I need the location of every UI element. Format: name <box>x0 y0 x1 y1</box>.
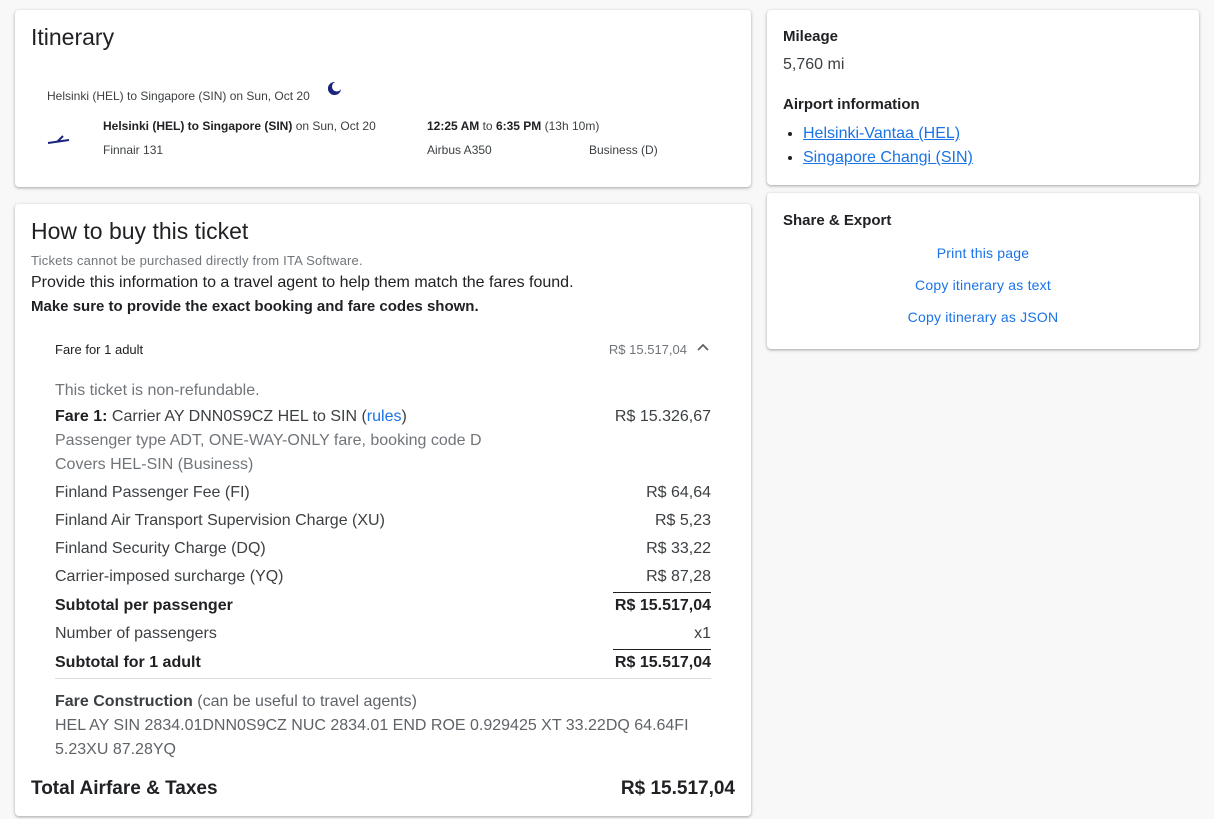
mileage-heading: Mileage <box>783 28 839 45</box>
airport-link-sin[interactable]: Singapore Changi (SIN) <box>803 146 973 170</box>
segment-cabin: Business (D) <box>589 143 658 157</box>
total-label: Total Airfare & Taxes <box>31 778 218 799</box>
subtotal-divider <box>613 592 711 593</box>
mileage-card: Mileage 5,760 mi Airport information Hel… <box>767 10 1199 185</box>
airport-list: Helsinki-Vantaa (HEL) Singapore Changi (… <box>803 122 973 170</box>
itinerary-card: Itinerary Helsinki (HEL) to Singapore (S… <box>15 10 751 187</box>
airport-info-heading: Airport information <box>783 96 920 113</box>
tax-row: Finland Security Charge (DQ) R$ 33,22 <box>55 540 711 557</box>
print-page-button[interactable]: Print this page <box>767 245 1199 261</box>
total-amount: R$ 15.517,04 <box>620 778 735 799</box>
fare-1-row: Fare 1: Carrier AY DNN0S9CZ HEL to SIN (… <box>55 408 711 425</box>
fare-header-amount: R$ 15.517,04 <box>608 342 687 357</box>
tax-row: Finland Passenger Fee (FI) R$ 64,64 <box>55 484 711 501</box>
fare-header-toggle[interactable]: Fare for 1 adult R$ 15.517,04 <box>55 342 711 362</box>
copy-json-button[interactable]: Copy itinerary as JSON <box>767 309 1199 325</box>
fare-construction-code: HEL AY SIN 2834.01DNN0S9CZ NUC 2834.01 E… <box>55 717 689 734</box>
fare-1-coverage: Covers HEL-SIN (Business) <box>55 456 254 473</box>
segment-aircraft: Airbus A350 <box>427 143 492 157</box>
share-heading: Share & Export <box>783 212 892 229</box>
fare-construction: Fare Construction (can be useful to trav… <box>55 690 711 762</box>
share-export-card: Share & Export Print this page Copy itin… <box>767 193 1199 349</box>
route-summary: Helsinki (HEL) to Singapore (SIN) on Sun… <box>47 89 310 103</box>
fare-1-amount: R$ 15.326,67 <box>614 408 711 425</box>
rules-link[interactable]: rules <box>367 408 402 425</box>
chevron-up-icon[interactable] <box>695 340 711 356</box>
fare-header-label: Fare for 1 adult <box>55 342 144 357</box>
tax-row: Carrier-imposed surcharge (YQ) R$ 87,28 <box>55 568 711 585</box>
subtotal-per-passenger-row: Subtotal per passenger R$ 15.517,04 <box>55 597 711 614</box>
purchase-note: Tickets cannot be purchased directly fro… <box>31 253 363 268</box>
passenger-count-row: Number of passengers x1 <box>55 625 711 642</box>
non-refundable-text: This ticket is non-refundable. <box>55 382 260 399</box>
divider <box>55 678 711 679</box>
moon-icon <box>327 81 342 96</box>
fare-construction-code: 5.23XU 87.28YQ <box>55 741 176 758</box>
subtotal-divider <box>613 649 711 650</box>
total-row: Total Airfare & Taxes R$ 15.517,04 <box>31 778 735 800</box>
how-to-buy-card: How to buy this ticket Tickets cannot be… <box>15 204 751 816</box>
copy-text-button[interactable]: Copy itinerary as text <box>767 277 1199 293</box>
exact-codes-text: Make sure to provide the exact booking a… <box>31 298 479 315</box>
fare-1-detail: Passenger type ADT, ONE-WAY-ONLY fare, b… <box>55 432 482 449</box>
tax-row: Finland Air Transport Supervision Charge… <box>55 512 711 529</box>
provide-info-text: Provide this information to a travel age… <box>31 274 574 291</box>
segment-flight: Finnair 131 <box>103 143 164 157</box>
airport-link-hel[interactable]: Helsinki-Vantaa (HEL) <box>803 122 973 146</box>
subtotal-adult-row: Subtotal for 1 adult R$ 15.517,04 <box>55 654 711 671</box>
mileage-value: 5,760 mi <box>783 56 845 73</box>
segment-route: Helsinki (HEL) to Singapore (SIN) on Sun… <box>103 119 376 133</box>
buy-title: How to buy this ticket <box>31 218 249 244</box>
segment-time: 12:25 AM to 6:35 PM (13h 10m) <box>427 119 600 133</box>
finnair-logo <box>47 135 70 144</box>
itinerary-title: Itinerary <box>31 24 115 50</box>
